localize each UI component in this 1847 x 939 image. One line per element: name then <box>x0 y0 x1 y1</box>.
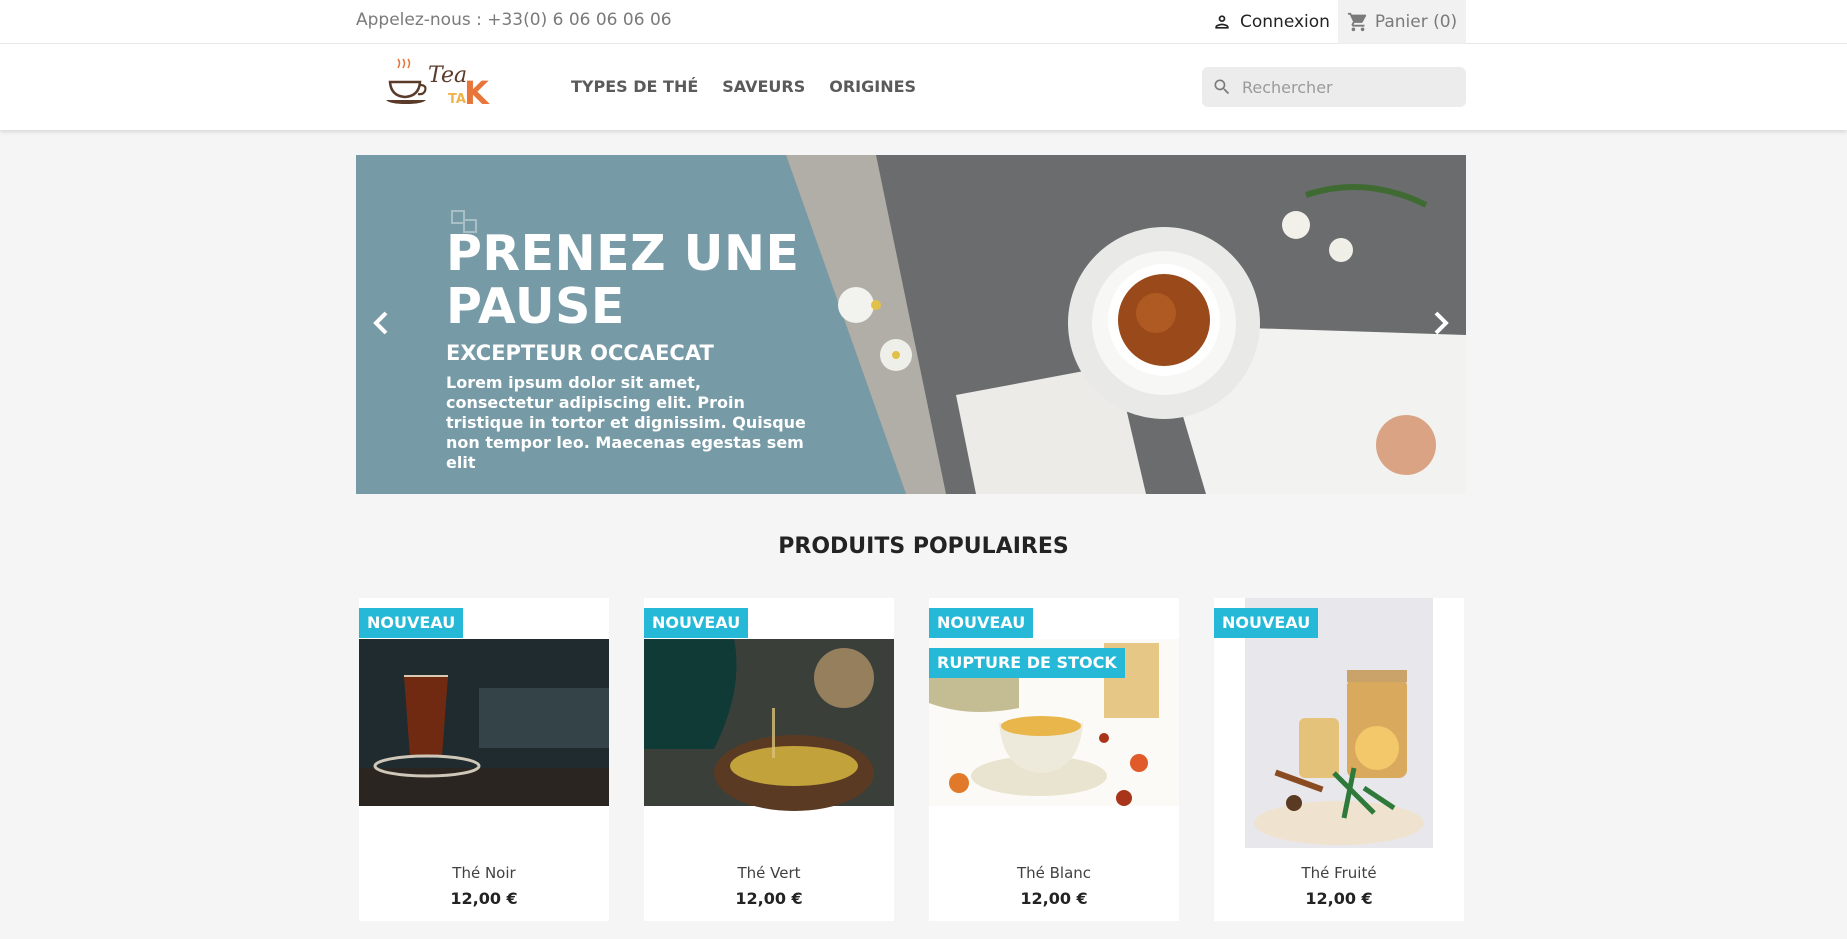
product-price: 12,00 € <box>735 889 803 908</box>
cart-label: Panier (0) <box>1374 12 1458 32</box>
new-badge: NOUVEAU <box>644 608 749 638</box>
product-card[interactable]: NOUVEAU RUPTURE DE STOCK Thé Blanc 12,00… <box>929 598 1179 921</box>
product-price: 12,00 € <box>1305 889 1373 908</box>
search-box <box>1202 67 1466 107</box>
product-card[interactable]: NOUVEAU Thé Vert 12,00 € <box>644 598 894 921</box>
carousel-prev-button[interactable] <box>366 305 396 341</box>
site-logo[interactable]: Tea TA K <box>386 58 496 118</box>
main-menu: TYPES DE THÉ SAVEURS ORIGINES <box>571 77 916 96</box>
product-card[interactable]: NOUVEAU Thé Fruité 12,00 € <box>1214 598 1464 921</box>
new-badge: NOUVEAU <box>1214 608 1319 638</box>
menu-item-origines[interactable]: ORIGINES <box>829 77 916 96</box>
new-badge: NOUVEAU <box>359 608 464 638</box>
slide-caption: PRENEZ UNE PAUSE EXCEPTEUR OCCAECAT Lore… <box>446 227 806 473</box>
product-price: 12,00 € <box>450 889 518 908</box>
menu-item-types-de-the[interactable]: TYPES DE THÉ <box>571 77 698 96</box>
user-icon <box>1215 15 1229 29</box>
search-icon[interactable] <box>1212 77 1232 97</box>
top-bar: Appelez-nous : +33(0) 6 06 06 06 06 Conn… <box>0 0 1847 44</box>
main-header: Tea TA K TYPES DE THÉ SAVEURS ORIGINES <box>0 44 1847 130</box>
login-label: Connexion <box>1240 12 1330 32</box>
product-name[interactable]: Thé Fruité <box>1214 864 1464 882</box>
product-name[interactable]: Thé Noir <box>359 864 609 882</box>
contact-phone: Appelez-nous : +33(0) 6 06 06 06 06 <box>356 10 672 30</box>
login-link[interactable]: Connexion <box>1212 0 1330 44</box>
popular-products-title: PRODUITS POPULAIRES <box>778 534 1069 559</box>
menu-item-saveurs[interactable]: SAVEURS <box>722 77 805 96</box>
slide-title: PRENEZ UNE PAUSE <box>446 225 800 335</box>
cart-button[interactable]: Panier (0) <box>1338 0 1466 44</box>
chevron-right-icon <box>1434 311 1449 335</box>
product-price: 12,00 € <box>1020 889 1088 908</box>
cart-icon <box>1347 12 1366 32</box>
slide-subtitle: EXCEPTEUR OCCAECAT <box>446 341 714 365</box>
product-list: NOUVEAU Thé Noir 12,00 € NOUVEAU Thé Ver… <box>359 598 1464 921</box>
carousel-next-button[interactable] <box>1426 305 1456 341</box>
svg-text:K: K <box>464 74 490 112</box>
slide-description: Lorem ipsum dolor sit amet, consectetur … <box>446 373 806 472</box>
svg-text:Tea: Tea <box>428 63 467 88</box>
product-name[interactable]: Thé Blanc <box>929 864 1179 882</box>
search-input[interactable] <box>1242 77 1442 97</box>
chevron-left-icon <box>373 311 388 335</box>
product-card[interactable]: NOUVEAU Thé Noir 12,00 € <box>359 598 609 921</box>
product-name[interactable]: Thé Vert <box>644 864 894 882</box>
new-badge: NOUVEAU <box>929 608 1034 638</box>
teapot-logo-icon: Tea TA K <box>386 58 490 112</box>
hero-carousel[interactable]: PRENEZ UNE PAUSE EXCEPTEUR OCCAECAT Lore… <box>356 155 1466 494</box>
out-of-stock-badge: RUPTURE DE STOCK <box>929 648 1125 678</box>
